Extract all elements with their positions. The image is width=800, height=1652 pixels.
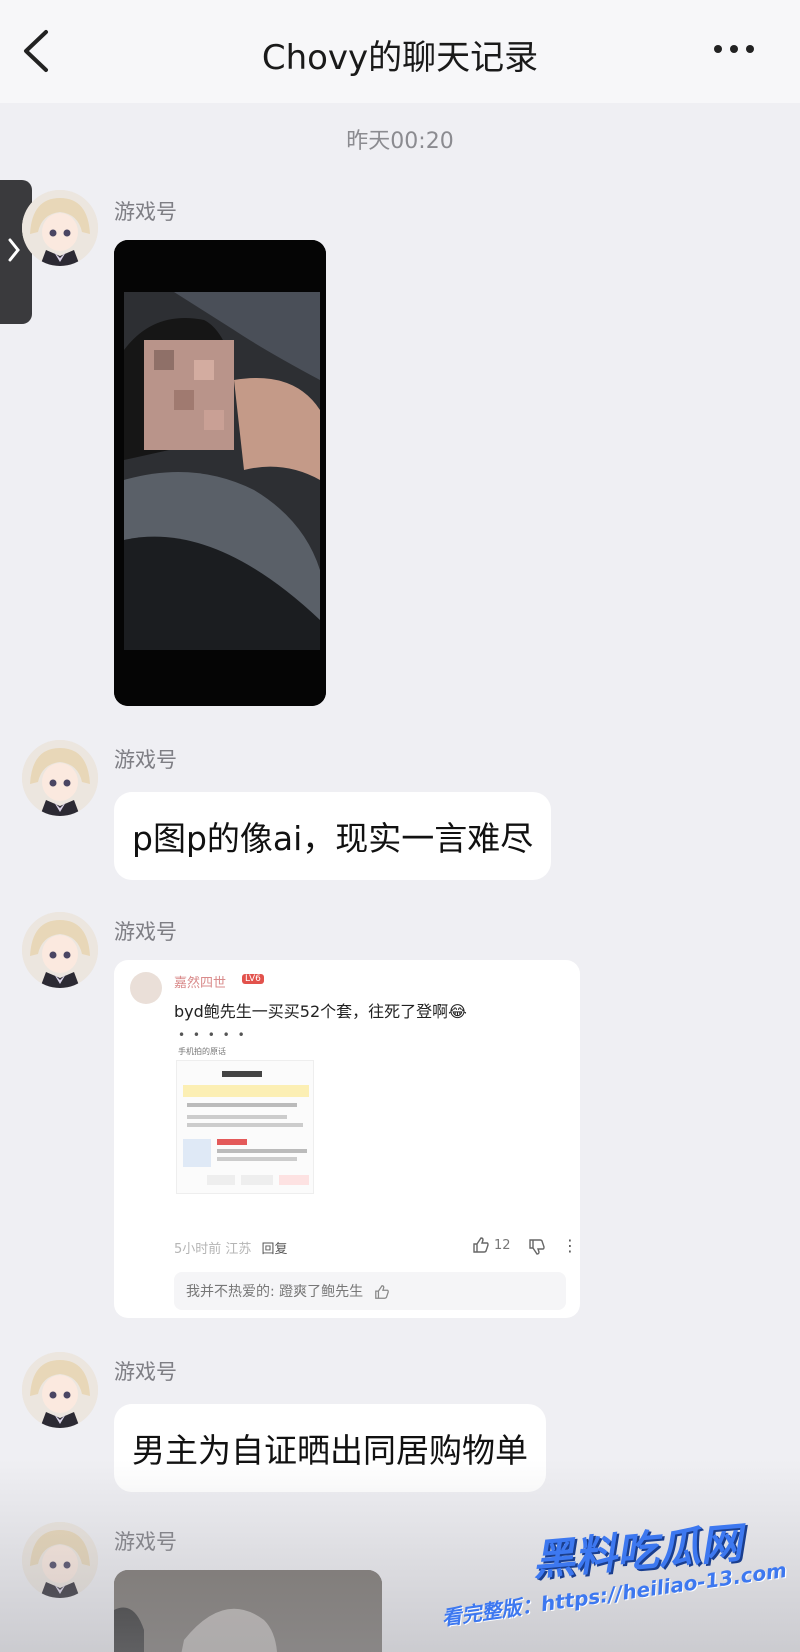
- thumbs-up-icon: [473, 1237, 489, 1253]
- sender-name: 游戏号: [114, 920, 177, 944]
- sender-name: 游戏号: [114, 1530, 177, 1554]
- avatar[interactable]: [22, 740, 98, 816]
- comment-meta: 5小时前 江苏 回复: [174, 1242, 288, 1257]
- thumbs-up-icon[interactable]: [374, 1284, 390, 1300]
- message-timestamp: 昨天00:20: [346, 129, 454, 154]
- commenter-name: 嘉然四世: [174, 976, 227, 991]
- like-count: 12: [494, 1237, 511, 1253]
- level-badge: LV6: [242, 974, 264, 984]
- avatar[interactable]: [22, 190, 98, 266]
- like-button[interactable]: 12: [472, 1236, 511, 1254]
- chat-header: Chovy的聊天记录: [0, 0, 800, 103]
- comment-dots: • • • • •: [178, 1028, 247, 1042]
- dislike-button[interactable]: [528, 1238, 546, 1260]
- text-message[interactable]: 男主为自证晒出同居购物单: [114, 1404, 546, 1492]
- image-message[interactable]: [114, 1570, 382, 1652]
- comment-text: byd鲍先生一买买52个套，往死了登啊😂: [174, 1002, 467, 1021]
- chevron-right-icon: [8, 238, 20, 262]
- page-title: Chovy的聊天记录: [261, 38, 539, 78]
- sender-name: 游戏号: [114, 200, 177, 224]
- comment-subtext: 手机拍的原话: [178, 1047, 226, 1056]
- image-message[interactable]: [114, 240, 326, 706]
- side-drawer-handle[interactable]: [0, 180, 32, 324]
- reply-link[interactable]: 回复: [262, 1242, 288, 1257]
- avatar[interactable]: [22, 1522, 98, 1598]
- order-screenshot-thumbnail: [176, 1060, 314, 1194]
- comment-screenshot-message[interactable]: 嘉然四世 LV6 byd鲍先生一买买52个套，往死了登啊😂 • • • • • …: [114, 960, 580, 1318]
- commenter-avatar: [130, 972, 162, 1004]
- more-dots-icon: [714, 45, 722, 53]
- thumbs-down-icon: [529, 1239, 545, 1255]
- reply-preview: 我并不热爱的: 蹬爽了鲍先生: [174, 1272, 566, 1310]
- avatar[interactable]: [22, 912, 98, 988]
- sender-name: 游戏号: [114, 1360, 177, 1384]
- kebab-menu-icon[interactable]: ⋮: [562, 1236, 578, 1255]
- more-button[interactable]: [714, 36, 760, 62]
- text-message[interactable]: p图p的像ai，现实一言难尽: [114, 792, 552, 880]
- avatar[interactable]: [22, 1352, 98, 1428]
- sender-name: 游戏号: [114, 748, 177, 772]
